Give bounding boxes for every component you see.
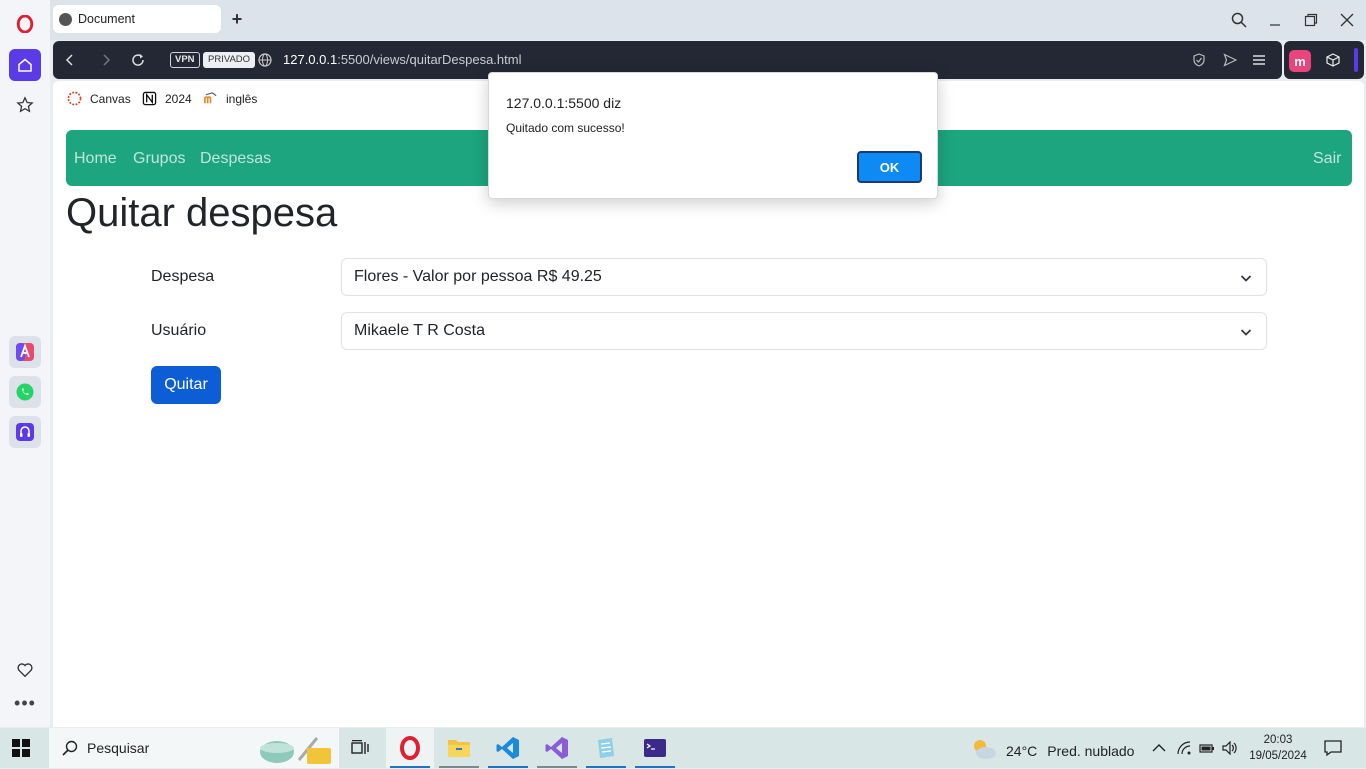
search-icon[interactable] xyxy=(1227,8,1251,32)
taskbar-terminal[interactable] xyxy=(631,728,679,768)
system-clock[interactable]: 20:03 19/05/2024 xyxy=(1248,732,1308,764)
taskbar-search[interactable]: Pesquisar xyxy=(49,728,339,768)
usuario-select[interactable]: Mikaele T R Costa xyxy=(341,312,1267,350)
moodle-icon xyxy=(203,91,218,106)
sidebar-accent xyxy=(1354,48,1358,72)
adblock-shield-icon[interactable] xyxy=(1189,50,1209,70)
despesa-select[interactable]: Flores - Valor por pessoa R$ 49.25 xyxy=(341,258,1267,296)
tab-bar: Document + xyxy=(50,0,1366,40)
bookmark-label: Canvas xyxy=(90,91,131,106)
minimize-icon[interactable] xyxy=(1263,8,1287,32)
vpn-badge[interactable]: VPN xyxy=(170,52,200,68)
close-icon[interactable] xyxy=(1335,8,1359,32)
site-info-globe-icon[interactable] xyxy=(255,50,275,70)
opera-logo-icon[interactable] xyxy=(9,8,41,40)
taskbar-file-explorer[interactable] xyxy=(435,728,483,768)
taskbar-visual-studio[interactable] xyxy=(533,728,581,768)
bookmark-label: inglês xyxy=(226,91,258,106)
volume-icon[interactable] xyxy=(1222,740,1238,756)
bookmark-label: 2024 xyxy=(165,91,192,106)
wifi-icon[interactable] xyxy=(1176,740,1192,756)
dialog-ok-button[interactable]: OK xyxy=(857,151,922,183)
bookmark-ingles[interactable]: inglês xyxy=(203,91,257,106)
tab-document[interactable]: Document xyxy=(53,5,221,33)
dialog-message: Quitado com sucesso! xyxy=(506,121,625,135)
chevron-down-icon xyxy=(1240,271,1252,289)
task-view-icon[interactable] xyxy=(336,728,384,768)
despesa-selected-value: Flores - Valor por pessoa R$ 49.25 xyxy=(354,268,602,285)
taskbar-notepad[interactable] xyxy=(582,728,630,768)
weather-desc: Pred. nublado xyxy=(1047,742,1135,759)
page-title: Quitar despesa xyxy=(66,191,338,235)
new-tab-plus-icon[interactable]: + xyxy=(228,9,246,29)
extensions-cube-icon[interactable] xyxy=(1323,50,1343,70)
chevron-up-icon[interactable] xyxy=(1151,740,1167,756)
whatsapp-icon[interactable] xyxy=(9,376,41,408)
more-icon[interactable]: ••• xyxy=(9,687,41,719)
aria-icon[interactable] xyxy=(9,336,41,368)
dialog-title: 127.0.0.1:5500 diz xyxy=(506,95,622,111)
clock-time: 20:03 xyxy=(1263,734,1293,746)
bookmark-2024[interactable]: 2024 xyxy=(142,91,192,106)
bookmark-canvas[interactable]: Canvas xyxy=(67,91,131,106)
partly-cloudy-icon xyxy=(970,738,998,763)
canvas-icon xyxy=(67,91,82,106)
heart-icon[interactable] xyxy=(9,654,41,686)
chevron-down-icon xyxy=(1240,325,1252,343)
url-path: :5500/views/quitarDespesa.html xyxy=(337,52,522,67)
nav-link-sair[interactable]: Sair xyxy=(1313,150,1341,168)
url-field[interactable]: 127.0.0.1:5500/views/quitarDespesa.html xyxy=(283,52,521,67)
search-placeholder: Pesquisar xyxy=(87,740,150,756)
notification-icon[interactable] xyxy=(1324,739,1342,762)
home-icon[interactable] xyxy=(9,49,41,81)
reload-icon[interactable] xyxy=(128,50,148,70)
globe-icon xyxy=(59,12,72,26)
page-content: Home Grupos Despesas Sair Quitar despesa… xyxy=(53,115,1364,727)
opera-sidebar: ••• xyxy=(0,0,50,727)
tab-title: Document xyxy=(78,12,135,26)
nav-link-despesas[interactable]: Despesas xyxy=(200,150,271,168)
extension-m-icon[interactable]: m xyxy=(1289,50,1311,72)
search-highlight-icon xyxy=(259,732,333,769)
back-icon[interactable] xyxy=(60,50,80,70)
send-icon[interactable] xyxy=(1220,50,1240,70)
easy-setup-icon[interactable] xyxy=(1249,50,1269,70)
nav-link-grupos[interactable]: Grupos xyxy=(133,150,185,168)
taskbar-vscode[interactable] xyxy=(484,728,532,768)
star-icon[interactable] xyxy=(9,89,41,121)
forward-icon[interactable] xyxy=(96,50,116,70)
usuario-label: Usuário xyxy=(151,322,207,339)
nav-link-home[interactable]: Home xyxy=(74,150,117,168)
restore-icon[interactable] xyxy=(1299,8,1323,32)
clock-date: 19/05/2024 xyxy=(1249,750,1307,762)
extensions-bar: m xyxy=(1284,41,1364,79)
alert-dialog: 127.0.0.1:5500 diz Quitado com sucesso! … xyxy=(488,72,938,199)
search-icon xyxy=(62,740,78,759)
notion-icon xyxy=(142,91,157,106)
private-badge: PRIVADO xyxy=(203,52,256,68)
windows-start-icon[interactable] xyxy=(12,739,30,762)
taskbar: Pesquisar 24°C Pred. nublado 20:03 19/05… xyxy=(0,728,1366,768)
usuario-selected-value: Mikaele T R Costa xyxy=(354,322,486,339)
url-host: 127.0.0.1 xyxy=(283,52,338,67)
weather-temp: 24°C xyxy=(1006,742,1038,759)
music-player-icon[interactable] xyxy=(9,416,41,448)
despesa-label: Despesa xyxy=(151,268,215,285)
weather-widget[interactable]: 24°C Pred. nublado xyxy=(970,738,1134,763)
battery-icon[interactable] xyxy=(1199,740,1215,756)
taskbar-opera[interactable] xyxy=(386,728,434,768)
quitar-button[interactable]: Quitar xyxy=(151,366,221,404)
